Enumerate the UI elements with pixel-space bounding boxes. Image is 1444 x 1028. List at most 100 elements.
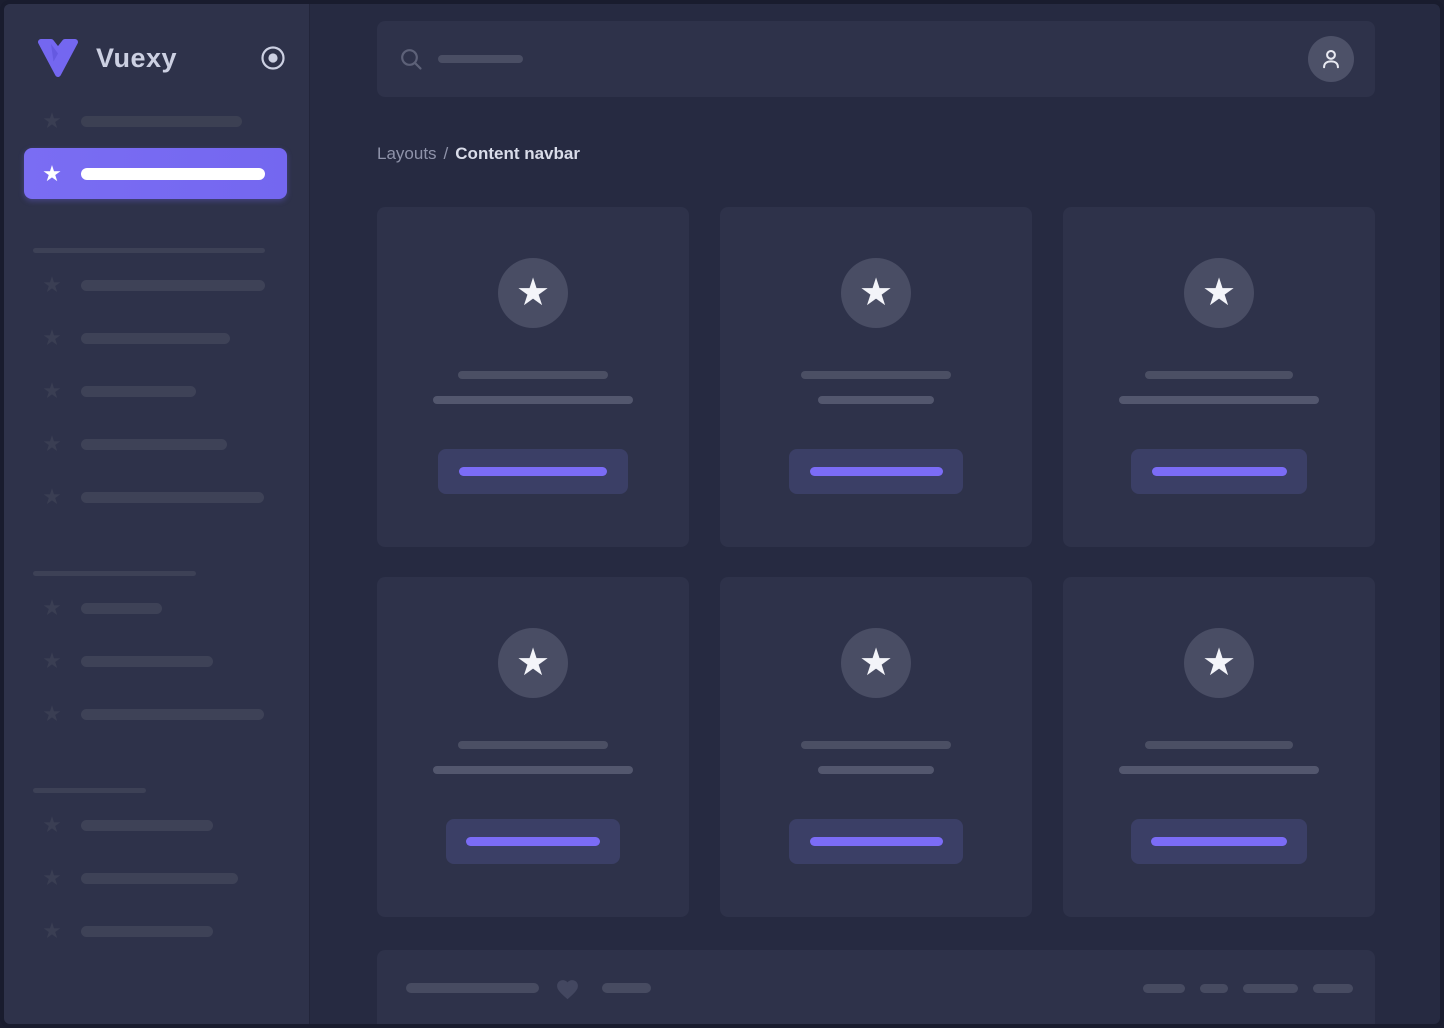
user-icon <box>1318 46 1344 72</box>
sidebar-item-skeleton-bar <box>81 116 242 127</box>
sidebar-item[interactable]: ★ <box>4 649 309 673</box>
sidebar-item[interactable]: ★ <box>4 813 309 837</box>
sidebar-item-skeleton-bar <box>81 926 213 937</box>
star-icon: ★ <box>40 379 64 403</box>
card-skeleton-line <box>818 396 934 404</box>
card-skeleton-line <box>433 396 633 404</box>
button-label-skeleton <box>1152 467 1287 476</box>
sidebar-item[interactable]: ★ <box>4 866 309 890</box>
sidebar-item-skeleton-bar <box>81 820 213 831</box>
star-icon: ★ <box>40 109 64 133</box>
star-icon: ★ <box>1202 258 1236 328</box>
sidebar-section-header-skeleton <box>33 248 265 253</box>
footer-skeleton-bar <box>1143 984 1185 993</box>
sidebar-item[interactable]: ★ <box>4 702 309 726</box>
star-icon: ★ <box>40 866 64 890</box>
card-button-skeleton[interactable] <box>789 819 963 864</box>
card-skeleton-line <box>458 741 608 749</box>
search-placeholder-skeleton <box>438 55 523 63</box>
brand-link[interactable]: Vuexy <box>4 4 309 78</box>
sidebar-item-skeleton-bar <box>81 439 227 450</box>
star-icon: ★ <box>859 258 893 328</box>
layout-demo-card: ★ <box>377 577 689 917</box>
star-icon: ★ <box>40 485 64 509</box>
star-icon: ★ <box>40 162 64 186</box>
vuexy-logo-icon <box>34 38 82 78</box>
card-avatar-circle: ★ <box>1184 628 1254 698</box>
star-icon: ★ <box>40 596 64 620</box>
sidebar-item[interactable]: ★ <box>4 379 309 403</box>
sidebar-section-header-skeleton <box>33 571 196 576</box>
layout-demo-card: ★ <box>1063 577 1375 917</box>
card-avatar-circle: ★ <box>841 628 911 698</box>
button-label-skeleton <box>810 467 943 476</box>
star-icon: ★ <box>40 649 64 673</box>
star-icon: ★ <box>40 273 64 297</box>
cards-grid: ★ ★ ★ ★ ★ ★ <box>377 207 1375 917</box>
star-icon: ★ <box>40 813 64 837</box>
sidebar-item-skeleton-bar <box>81 603 162 614</box>
card-skeleton-line <box>818 766 934 774</box>
app-title: Vuexy <box>96 43 246 74</box>
sidebar-active-skeleton-bar <box>81 168 265 180</box>
button-label-skeleton <box>466 837 600 846</box>
button-label-skeleton <box>459 467 607 476</box>
button-label-skeleton <box>1151 837 1287 846</box>
layout-demo-card: ★ <box>1063 207 1375 547</box>
main-content: Layouts/Content navbar ★★★★★★ <box>309 4 1440 1024</box>
card-avatar-circle: ★ <box>1184 258 1254 328</box>
sidebar-item-skeleton-bar <box>81 280 265 291</box>
star-icon: ★ <box>40 326 64 350</box>
sidebar: Vuexy ★ ★ ★★★★★★★★★★★ <box>4 4 309 1024</box>
card-avatar-circle: ★ <box>498 628 568 698</box>
breadcrumb-separator: / <box>444 144 449 163</box>
footer-card <box>377 950 1375 1028</box>
button-label-skeleton <box>810 837 943 846</box>
star-icon: ★ <box>40 702 64 726</box>
sidebar-item[interactable]: ★ <box>4 596 309 620</box>
sidebar-group: ★ ★ ★ <box>4 571 309 726</box>
top-navbar <box>377 21 1375 97</box>
sidebar-item[interactable]: ★ <box>4 432 309 456</box>
card-button-skeleton[interactable] <box>1131 819 1307 864</box>
card-skeleton-line <box>1145 741 1293 749</box>
sidebar-item[interactable]: ★ <box>4 919 309 943</box>
star-icon: ★ <box>40 919 64 943</box>
layout-demo-card: ★ <box>377 207 689 547</box>
footer-skeleton-bar <box>406 983 539 993</box>
footer-links <box>1143 984 1353 993</box>
card-skeleton-line <box>1119 396 1319 404</box>
card-skeleton-line <box>458 371 608 379</box>
card-button-skeleton[interactable] <box>438 449 628 494</box>
footer-row <box>406 976 1353 1000</box>
sidebar-item-skeleton-bar <box>81 492 264 503</box>
sidebar-item-skeleton-bar <box>81 386 196 397</box>
sidebar-item[interactable]: ★ <box>4 273 309 297</box>
sidebar-item-skeleton-bar <box>81 656 213 667</box>
user-avatar[interactable] <box>1308 36 1354 82</box>
card-avatar-circle: ★ <box>841 258 911 328</box>
sidebar-item-active[interactable]: ★ <box>24 148 287 199</box>
sidebar-item[interactable]: ★ <box>4 485 309 509</box>
layout-demo-card: ★ <box>720 577 1032 917</box>
card-button-skeleton[interactable] <box>446 819 620 864</box>
star-icon: ★ <box>516 258 550 328</box>
card-skeleton-line <box>433 766 633 774</box>
star-icon: ★ <box>1202 628 1236 698</box>
layout-demo-card: ★ <box>720 207 1032 547</box>
sidebar-group: ★ ★ ★ ★ ★ <box>4 248 309 509</box>
sidebar-groups: ★ ★ ★ ★ ★ ★ ★ ★ ★ ★ ★ <box>4 248 309 943</box>
sidebar-item[interactable]: ★ <box>4 109 309 133</box>
footer-skeleton-bar <box>1200 984 1228 993</box>
sidebar-section-header-skeleton <box>33 788 146 793</box>
search-input[interactable] <box>400 48 1308 71</box>
star-icon: ★ <box>40 432 64 456</box>
radio-dot-icon[interactable] <box>260 45 286 71</box>
footer-skeleton-bar <box>602 983 651 993</box>
card-button-skeleton[interactable] <box>789 449 963 494</box>
breadcrumb-parent-link[interactable]: Layouts <box>377 144 437 163</box>
card-button-skeleton[interactable] <box>1131 449 1307 494</box>
footer-skeleton-bar <box>1243 984 1298 993</box>
card-skeleton-line <box>801 371 951 379</box>
sidebar-item[interactable]: ★ <box>4 326 309 350</box>
